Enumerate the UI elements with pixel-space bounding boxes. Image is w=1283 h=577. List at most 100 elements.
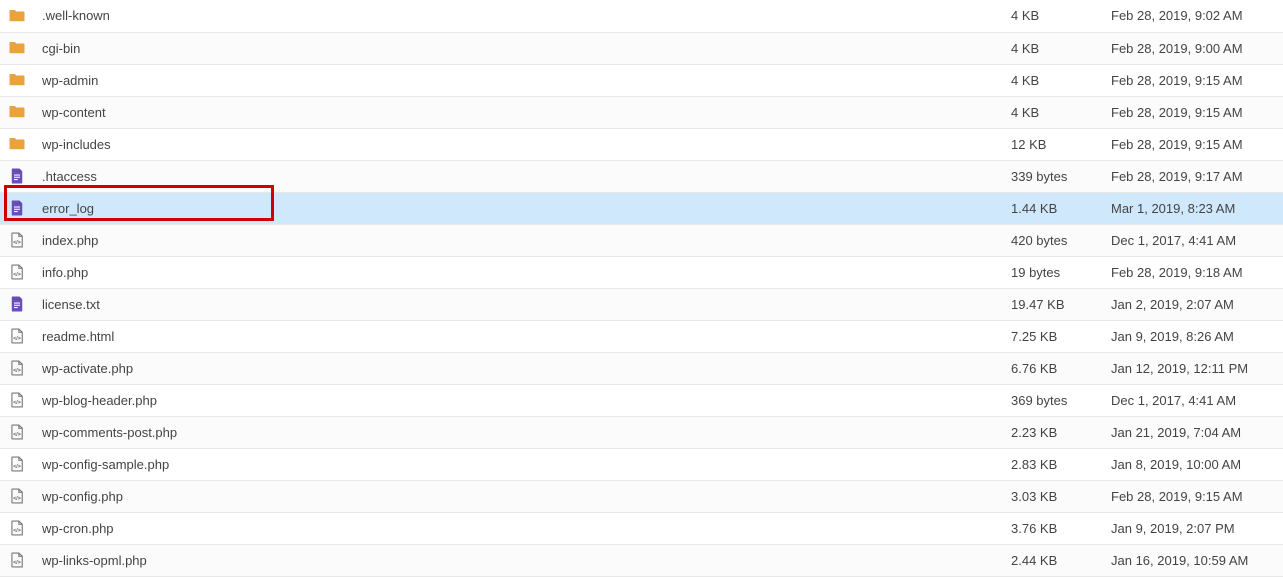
file-size: 339 bytes <box>1003 160 1103 192</box>
folder-icon <box>0 71 34 89</box>
file-name[interactable]: wp-config-sample.php <box>34 448 1003 480</box>
file-name[interactable]: .htaccess <box>34 160 1003 192</box>
file-name[interactable]: wp-comments-post.php <box>34 416 1003 448</box>
file-name[interactable]: error_log <box>34 192 1003 224</box>
file-icon-cell <box>0 352 34 384</box>
file-size: 4 KB <box>1003 64 1103 96</box>
file-name[interactable]: wp-admin <box>34 64 1003 96</box>
code-file-icon <box>0 391 34 409</box>
file-size: 6.76 KB <box>1003 352 1103 384</box>
file-row[interactable]: wp-config.php3.03 KBFeb 28, 2019, 9:15 A… <box>0 480 1283 512</box>
file-icon-cell <box>0 0 34 32</box>
file-size: 420 bytes <box>1003 224 1103 256</box>
file-size: 3.03 KB <box>1003 480 1103 512</box>
file-icon-cell <box>0 416 34 448</box>
file-row[interactable]: wp-activate.php6.76 KBJan 12, 2019, 12:1… <box>0 352 1283 384</box>
file-date: Jan 21, 2019, 7:04 AM <box>1103 416 1283 448</box>
file-size: 4 KB <box>1003 96 1103 128</box>
file-icon-cell <box>0 256 34 288</box>
code-file-icon <box>0 263 34 281</box>
code-file-icon <box>0 327 34 345</box>
file-date: Jan 16, 2019, 10:59 AM <box>1103 544 1283 576</box>
file-name[interactable]: wp-links-opml.php <box>34 544 1003 576</box>
file-name[interactable]: readme.html <box>34 320 1003 352</box>
file-icon-cell <box>0 544 34 576</box>
file-name[interactable]: wp-cron.php <box>34 512 1003 544</box>
file-date: Jan 9, 2019, 8:26 AM <box>1103 320 1283 352</box>
file-row[interactable]: index.php420 bytesDec 1, 2017, 4:41 AM <box>0 224 1283 256</box>
file-size: 4 KB <box>1003 32 1103 64</box>
file-size: 12 KB <box>1003 128 1103 160</box>
file-icon-cell <box>0 320 34 352</box>
file-icon-cell <box>0 384 34 416</box>
file-date: Feb 28, 2019, 9:15 AM <box>1103 128 1283 160</box>
file-name[interactable]: .well-known <box>34 0 1003 32</box>
file-size: 19.47 KB <box>1003 288 1103 320</box>
file-name[interactable]: info.php <box>34 256 1003 288</box>
file-row[interactable]: cgi-bin4 KBFeb 28, 2019, 9:00 AM <box>0 32 1283 64</box>
file-row[interactable]: .well-known4 KBFeb 28, 2019, 9:02 AM <box>0 0 1283 32</box>
file-size: 3.76 KB <box>1003 512 1103 544</box>
folder-icon <box>0 7 34 25</box>
code-file-icon <box>0 231 34 249</box>
file-date: Feb 28, 2019, 9:15 AM <box>1103 480 1283 512</box>
file-icon-cell <box>0 288 34 320</box>
file-row[interactable]: wp-includes12 KBFeb 28, 2019, 9:15 AM <box>0 128 1283 160</box>
file-date: Jan 9, 2019, 2:07 PM <box>1103 512 1283 544</box>
file-date: Dec 1, 2017, 4:41 AM <box>1103 384 1283 416</box>
text-file-icon <box>0 295 34 313</box>
file-icon-cell <box>0 224 34 256</box>
text-file-icon <box>0 167 34 185</box>
file-size: 7.25 KB <box>1003 320 1103 352</box>
file-icon-cell <box>0 128 34 160</box>
file-row[interactable]: wp-admin4 KBFeb 28, 2019, 9:15 AM <box>0 64 1283 96</box>
file-row[interactable]: info.php19 bytesFeb 28, 2019, 9:18 AM <box>0 256 1283 288</box>
file-date: Feb 28, 2019, 9:15 AM <box>1103 96 1283 128</box>
file-row[interactable]: .htaccess339 bytesFeb 28, 2019, 9:17 AM <box>0 160 1283 192</box>
file-name[interactable]: wp-blog-header.php <box>34 384 1003 416</box>
folder-icon <box>0 135 34 153</box>
folder-icon <box>0 39 34 57</box>
file-date: Feb 28, 2019, 9:00 AM <box>1103 32 1283 64</box>
code-file-icon <box>0 455 34 473</box>
file-name[interactable]: license.txt <box>34 288 1003 320</box>
file-date: Feb 28, 2019, 9:18 AM <box>1103 256 1283 288</box>
file-row[interactable]: readme.html7.25 KBJan 9, 2019, 8:26 AM <box>0 320 1283 352</box>
file-row[interactable]: error_log1.44 KBMar 1, 2019, 8:23 AM <box>0 192 1283 224</box>
file-row[interactable]: license.txt19.47 KBJan 2, 2019, 2:07 AM <box>0 288 1283 320</box>
code-file-icon <box>0 423 34 441</box>
file-name[interactable]: wp-content <box>34 96 1003 128</box>
file-row[interactable]: wp-links-opml.php2.44 KBJan 16, 2019, 10… <box>0 544 1283 576</box>
file-size: 2.83 KB <box>1003 448 1103 480</box>
file-name[interactable]: wp-includes <box>34 128 1003 160</box>
file-icon-cell <box>0 512 34 544</box>
file-date: Dec 1, 2017, 4:41 AM <box>1103 224 1283 256</box>
file-row[interactable]: wp-content4 KBFeb 28, 2019, 9:15 AM <box>0 96 1283 128</box>
file-date: Jan 12, 2019, 12:11 PM <box>1103 352 1283 384</box>
file-name[interactable]: wp-config.php <box>34 480 1003 512</box>
file-name[interactable]: cgi-bin <box>34 32 1003 64</box>
file-name[interactable]: index.php <box>34 224 1003 256</box>
file-icon-cell <box>0 448 34 480</box>
file-size: 19 bytes <box>1003 256 1103 288</box>
file-date: Feb 28, 2019, 9:15 AM <box>1103 64 1283 96</box>
file-size: 1.44 KB <box>1003 192 1103 224</box>
file-size: 4 KB <box>1003 0 1103 32</box>
file-date: Jan 8, 2019, 10:00 AM <box>1103 448 1283 480</box>
file-date: Mar 1, 2019, 8:23 AM <box>1103 192 1283 224</box>
file-icon-cell <box>0 96 34 128</box>
folder-icon <box>0 103 34 121</box>
file-row[interactable]: wp-comments-post.php2.23 KBJan 21, 2019,… <box>0 416 1283 448</box>
file-date: Feb 28, 2019, 9:02 AM <box>1103 0 1283 32</box>
file-row[interactable]: wp-cron.php3.76 KBJan 9, 2019, 2:07 PM <box>0 512 1283 544</box>
file-icon-cell <box>0 480 34 512</box>
file-name[interactable]: wp-activate.php <box>34 352 1003 384</box>
file-icon-cell <box>0 192 34 224</box>
file-row[interactable]: wp-blog-header.php369 bytesDec 1, 2017, … <box>0 384 1283 416</box>
file-date: Jan 2, 2019, 2:07 AM <box>1103 288 1283 320</box>
file-row[interactable]: wp-config-sample.php2.83 KBJan 8, 2019, … <box>0 448 1283 480</box>
file-date: Feb 28, 2019, 9:17 AM <box>1103 160 1283 192</box>
file-icon-cell <box>0 32 34 64</box>
file-size: 369 bytes <box>1003 384 1103 416</box>
code-file-icon <box>0 487 34 505</box>
